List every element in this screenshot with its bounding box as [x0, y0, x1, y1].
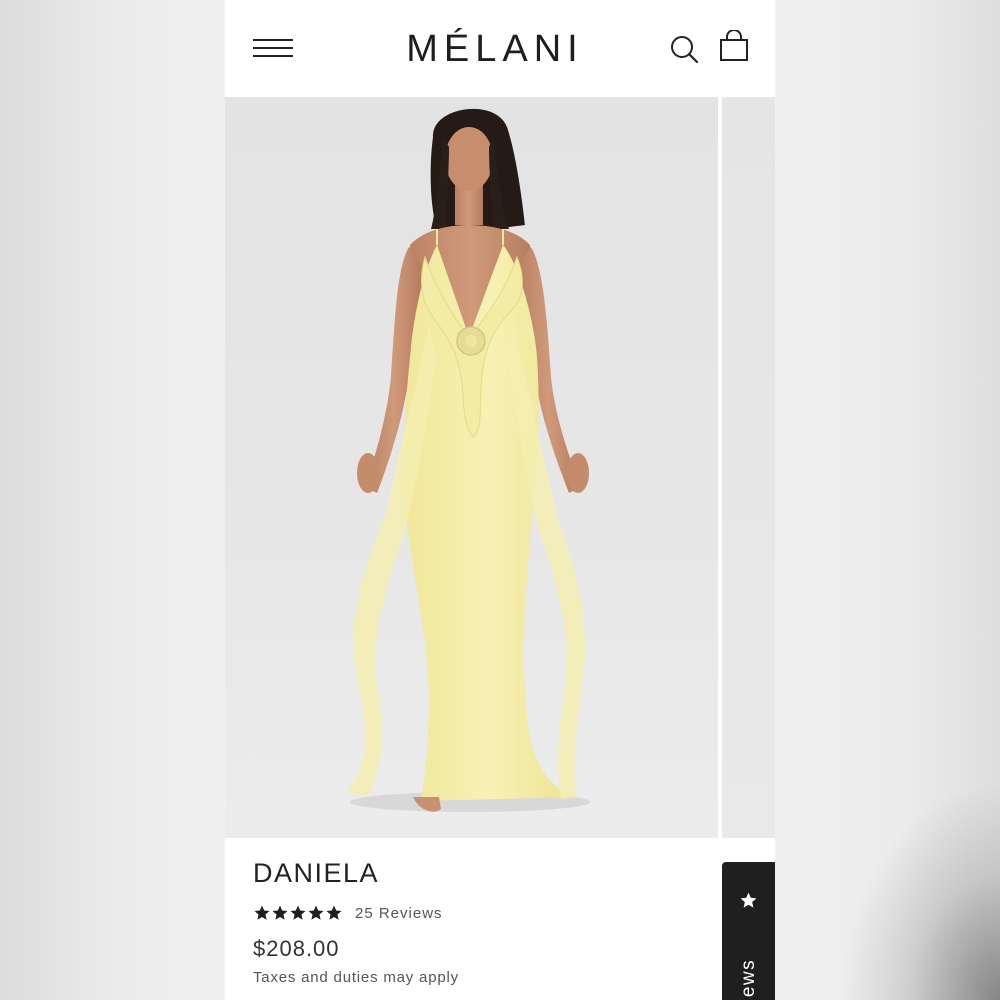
tax-note: Taxes and duties may apply [253, 969, 459, 986]
product-photo[interactable] [225, 97, 718, 838]
product-price: $208.00 [253, 936, 340, 961]
site-header: MÉLANI [225, 0, 775, 97]
search-icon[interactable] [669, 34, 701, 66]
star-icon [254, 905, 270, 920]
next-product-photo-peek[interactable] [722, 97, 775, 838]
star-icon [740, 892, 757, 908]
star-icon [326, 905, 342, 920]
star-rating [253, 904, 343, 922]
star-icon [290, 905, 306, 920]
shopping-bag-icon[interactable] [719, 29, 749, 64]
product-title: DANIELA [253, 858, 380, 888]
product-info: DANIELA 25 Reviews $208.00 Taxes and dut… [225, 838, 775, 1000]
reviews-tab-label: Reviews [738, 958, 759, 1000]
star-icon [272, 905, 288, 920]
reviews-side-tab[interactable]: Reviews [722, 862, 775, 1000]
model-in-yellow-dress-illustration [347, 108, 590, 812]
star-icon [308, 905, 324, 920]
mobile-page: MÉLANI DANIELA 25 Reviews $208.00 Taxes … [225, 0, 775, 1000]
rating-summary[interactable]: 25 Reviews [253, 902, 443, 924]
product-image-gallery[interactable] [225, 97, 775, 838]
background-shadow [840, 780, 1000, 1000]
reviews-count-link[interactable]: 25 Reviews [355, 905, 443, 922]
